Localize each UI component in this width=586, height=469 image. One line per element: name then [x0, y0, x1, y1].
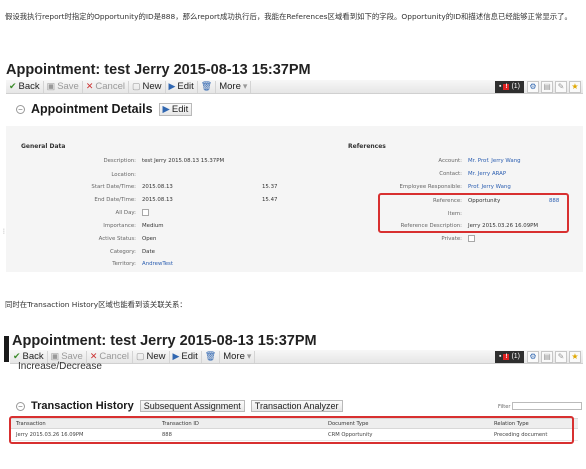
edit-icon: ▶ [162, 103, 170, 115]
alert-flag-icon: ! [503, 353, 510, 360]
filter-label: Filter [498, 404, 511, 410]
end-time-value[interactable]: 15.47 [262, 197, 277, 203]
settings-icon[interactable]: ⚙ [527, 80, 539, 93]
new-document-icon: ▢ [131, 81, 141, 91]
toolbar: ✔ Back ▣ Save ✕ Cancel ▢ New ▶ Edit 🗑 More ▾ ▪… [6, 80, 583, 94]
chevron-down-icon: ▾ [246, 351, 252, 361]
alert-flag-icon: ! [503, 83, 510, 90]
employee-label: Employee Responsible: [399, 184, 462, 190]
print-icon[interactable]: ▤ [541, 350, 553, 363]
favorite-icon[interactable]: ★ [569, 350, 581, 363]
highlight-box-references [378, 193, 569, 233]
importance-label: Importance: [103, 223, 136, 229]
edit-button[interactable]: ▶ Edit [170, 350, 202, 363]
edit-icon: ▶ [168, 81, 176, 91]
account-link[interactable]: Mr. Prof. Jerry Wang [468, 158, 521, 164]
end-date-value[interactable]: 2015.08.13 [142, 197, 173, 203]
save-button[interactable]: ▣ Save [44, 80, 83, 93]
save-icon: ▣ [46, 81, 56, 91]
settings-icon[interactable]: ⚙ [527, 350, 539, 363]
second-paragraph: 同时在Transaction History区域也能看到该关联关系： [5, 300, 187, 309]
highlight-box-transaction [9, 416, 574, 444]
active-status-value[interactable]: Open [142, 236, 156, 242]
category-value[interactable]: Date [142, 249, 155, 255]
contact-link[interactable]: Mr. Jerry ARAP [468, 171, 506, 177]
check-icon: ✔ [9, 81, 17, 91]
cancel-icon: ✕ [89, 351, 98, 361]
menu-icon: ▪ [498, 353, 502, 360]
employee-link[interactable]: Prof. Jerry Wang [468, 184, 511, 190]
personalize-icon[interactable]: ✎ [555, 80, 567, 93]
transaction-analyzer-button[interactable]: Transaction Analyzer [250, 400, 343, 412]
section-title: Appointment Details [31, 102, 153, 116]
all-day-label: All Day: [115, 210, 136, 216]
private-label: Private: [441, 236, 462, 242]
account-label: Account: [438, 158, 462, 164]
territory-link[interactable]: AndrewTest [142, 261, 173, 267]
intro-paragraph: 假设我执行report时指定的Opportunity的ID是888，那么repo… [5, 12, 572, 21]
active-status-label: Active Status: [98, 236, 136, 242]
more-button[interactable]: More ▾ [216, 80, 252, 93]
references-title: References [348, 143, 386, 150]
more-button[interactable]: More ▾ [220, 350, 256, 363]
end-label: End Date/Time: [94, 197, 136, 203]
trash-icon: 🗑 [204, 351, 217, 361]
cancel-icon: ✕ [85, 81, 94, 91]
start-date-value[interactable]: 2015.08.13 [142, 184, 173, 190]
edit-icon: ▶ [172, 351, 180, 361]
transaction-history-header: – Transaction History Subsequent Assignm… [16, 400, 343, 412]
category-label: Category: [109, 249, 136, 255]
start-time-value[interactable]: 15.37 [262, 184, 277, 190]
save-icon: ▣ [50, 351, 60, 361]
collapse-icon[interactable]: – [16, 104, 25, 114]
favorite-icon[interactable]: ★ [569, 80, 581, 93]
window-edge [4, 336, 9, 362]
details-edit-button[interactable]: ▶ Edit [158, 102, 193, 116]
contact-label: Contact: [439, 171, 462, 177]
back-button[interactable]: ✔ Back [6, 80, 44, 93]
cancel-button[interactable]: ✕ Cancel [83, 80, 129, 93]
appointment-details-header: – Appointment Details ▶ Edit [16, 102, 193, 116]
edit-button[interactable]: ▶ Edit [166, 80, 198, 93]
resize-handle[interactable]: ⋮ [1, 228, 7, 235]
private-checkbox[interactable] [468, 235, 475, 242]
alerts-indicator[interactable]: ▪! (1) [494, 350, 524, 363]
start-label: Start Date/Time: [91, 184, 136, 190]
location-label: Location: [111, 172, 136, 178]
print-icon[interactable]: ▤ [541, 80, 553, 93]
general-data-title: General Data [21, 143, 66, 150]
delete-button[interactable]: 🗑 [202, 350, 221, 363]
description-value[interactable]: test Jerry 2015.08.13 15.37PM [142, 158, 224, 164]
menu-icon: ▪ [498, 83, 502, 90]
chevron-down-icon: ▾ [242, 81, 248, 91]
new-button[interactable]: ▢ New [129, 80, 166, 93]
description-label: Description: [103, 158, 136, 164]
new-document-icon: ▢ [135, 351, 145, 361]
all-day-checkbox[interactable] [142, 209, 149, 216]
increase-decrease-section: Increase/Decrease [18, 361, 102, 372]
personalize-icon[interactable]: ✎ [555, 350, 567, 363]
new-button[interactable]: ▢ New [133, 350, 170, 363]
collapse-icon[interactable]: – [16, 401, 25, 411]
territory-label: Territory: [112, 261, 136, 267]
subsequent-assignment-button[interactable]: Subsequent Assignment [139, 400, 245, 412]
transaction-history-title: Transaction History [31, 400, 134, 412]
alerts-indicator[interactable]: ▪! (1) [494, 80, 524, 93]
importance-value[interactable]: Medium [142, 223, 164, 229]
page-title: Appointment: test Jerry 2015-08-13 15:37… [6, 62, 311, 78]
check-icon: ✔ [13, 351, 21, 361]
page-title-2: Appointment: test Jerry 2015-08-13 15:37… [12, 333, 317, 349]
filter-input[interactable] [512, 402, 582, 410]
trash-icon: 🗑 [200, 81, 213, 91]
delete-button[interactable]: 🗑 [198, 80, 217, 93]
